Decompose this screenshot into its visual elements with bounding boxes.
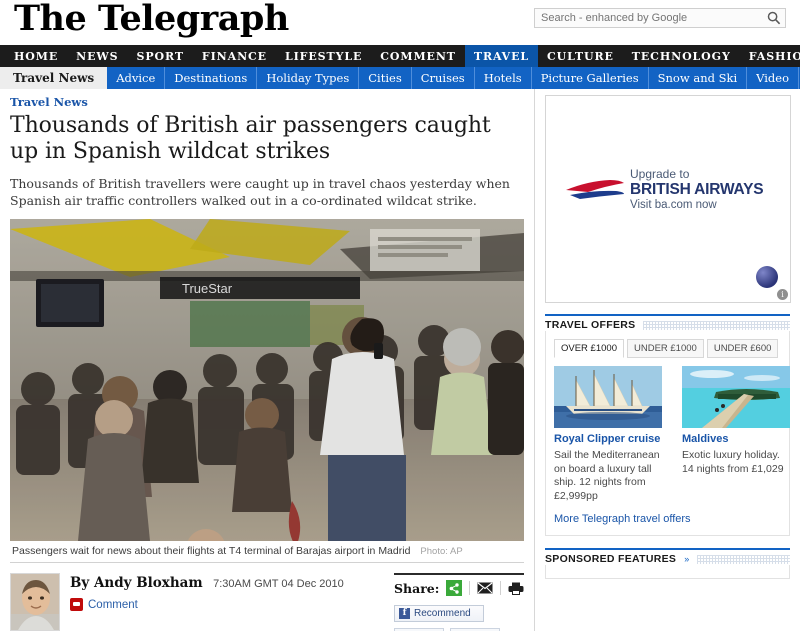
search-icon [767,11,781,25]
share-label: Share: [394,580,440,596]
tab-under-1000[interactable]: UNDER £1000 [626,339,704,358]
article-photo: TrueStar [10,219,524,541]
author-name[interactable]: By Andy Bloxham [70,575,203,591]
nav-item-comment[interactable]: COMMENT [371,45,465,67]
sidebar: Upgrade to BRITISH AIRWAYS Visit ba.com … [534,89,800,631]
envelope-icon[interactable] [477,580,493,596]
byline-share-row: By Andy Bloxham 7:30AM GMT 04 Dec 2010 C… [10,573,524,631]
offer-image-tall-ship [554,366,662,428]
search-input[interactable] [535,12,763,24]
ad-text: Upgrade to BRITISH AIRWAYS Visit ba.com … [630,167,764,212]
avatar [10,573,60,631]
printer-icon[interactable] [508,580,524,596]
share-divider-2 [500,581,502,595]
article-timestamp: 7:30AM GMT 04 Dec 2010 [213,578,344,590]
subnav-item-picture-galleries[interactable]: Picture Galleries [532,67,649,89]
comment-link-row[interactable]: Comment [70,598,344,611]
subnav-item-hotels[interactable]: Hotels [475,67,532,89]
secondary-navigation: Travel News Advice Destinations Holiday … [0,67,800,89]
share-row: Share: [394,580,524,596]
photo-caption: Passengers wait for news about their fli… [10,541,524,563]
byline-text: By Andy Bloxham 7:30AM GMT 04 Dec 2010 C… [70,573,344,631]
subnav-item-advice[interactable]: Advice [107,67,166,89]
offer-title-maldives[interactable]: Maldives [682,433,790,446]
facebook-icon: f [399,608,410,619]
british-airways-speedmarque-icon [566,179,624,199]
sponsored-features-panel: SPONSORED FEATURES » [545,548,790,579]
travel-offers-header: TRAVEL OFFERS [545,314,790,331]
header-dot-pattern [643,320,790,330]
advertisement-british-airways[interactable]: Upgrade to BRITISH AIRWAYS Visit ba.com … [545,95,791,303]
subnav-item-cruises[interactable]: Cruises [412,67,475,89]
tab-over-1000[interactable]: OVER £1000 [554,339,624,358]
subnav-item-travel-news[interactable]: Travel News [0,67,108,89]
sponsored-features-body [545,565,790,579]
ad-content: Upgrade to BRITISH AIRWAYS Visit ba.com … [564,167,764,212]
travel-offers-body: OVER £1000 UNDER £1000 UNDER £600 Royal … [545,331,790,536]
nav-item-travel[interactable]: TRAVEL [464,45,538,67]
search-button[interactable] [763,9,785,27]
facebook-recommend-label: Recommend [414,608,471,619]
article-photo-box: TrueStar Passengers wait for news about … [10,219,524,563]
content-area: Travel News Thousands of British air pas… [0,89,800,631]
share-panel: Share: f Recommend [394,573,524,631]
primary-navigation: HOME NEWS SPORT FINANCE LIFESTYLE COMMEN… [0,45,800,67]
offer-title-royal-clipper[interactable]: Royal Clipper cruise [554,433,662,446]
share-network-icon[interactable] [446,580,463,596]
photo-caption-text: Passengers wait for news about their fli… [12,545,411,557]
nav-item-fashion[interactable]: FASHION [740,45,800,67]
more-travel-offers-link[interactable]: More Telegraph travel offers [554,513,781,525]
site-logo[interactable]: The Telegraph [14,0,289,39]
sponsored-dot-pattern [697,554,790,564]
subnav-item-snow-and-ski[interactable]: Snow and Ski [649,67,748,89]
photo-credit: Photo: AP [420,546,463,557]
main-column: Travel News Thousands of British air pas… [0,89,534,631]
comment-bubble-icon [70,598,83,611]
byline: By Andy Bloxham 7:30AM GMT 04 Dec 2010 C… [10,573,384,631]
page-title: Thousands of British air passengers caug… [10,113,491,164]
nav-item-home[interactable]: HOME [0,45,67,67]
subnav-item-cities[interactable]: Cities [359,67,412,89]
nav-item-news[interactable]: NEWS [67,45,127,67]
offers-list: Royal Clipper cruise Sail the Mediterran… [554,366,790,503]
comment-label[interactable]: Comment [88,599,138,611]
sponsored-features-title: SPONSORED FEATURES [545,553,677,565]
globe-icon [756,266,778,288]
offer-item-maldives[interactable]: Maldives Exotic luxury holiday. 14 night… [682,366,790,503]
search-box[interactable] [534,8,786,28]
article-standfirst: Thousands of British travellers were cau… [10,176,510,208]
ad-line-3: Visit ba.com now [630,199,717,212]
offer-desc-royal-clipper: Sail the Mediterranean on board a luxury… [554,449,660,502]
breadcrumb[interactable]: Travel News [10,95,524,109]
masthead: The Telegraph [0,0,800,45]
nav-item-lifestyle[interactable]: LIFESTYLE [276,45,371,67]
travel-offers-panel: TRAVEL OFFERS OVER £1000 UNDER £1000 UND… [545,314,790,536]
facebook-recommend-button[interactable]: f Recommend [394,605,484,622]
nav-item-culture[interactable]: CULTURE [538,45,623,67]
info-icon[interactable]: i [777,289,788,300]
tab-under-600[interactable]: UNDER £600 [706,339,779,358]
subnav-item-destinations[interactable]: Destinations [165,67,258,89]
nav-item-finance[interactable]: FINANCE [193,45,276,67]
nav-item-sport[interactable]: SPORT [127,45,192,67]
subnav-item-holiday-types[interactable]: Holiday Types [257,67,360,89]
chevron-right-icon[interactable]: » [684,554,689,564]
ad-brand: BRITISH AIRWAYS [630,181,764,199]
ad-line-1: Upgrade to [630,167,690,181]
travel-offers-title: TRAVEL OFFERS [545,319,636,331]
offer-image-maldives [682,366,790,428]
share-divider-1 [469,581,471,595]
nav-item-technology[interactable]: TECHNOLOGY [623,45,740,67]
subnav-item-video[interactable]: Video [747,67,800,89]
offer-item-royal-clipper[interactable]: Royal Clipper cruise Sail the Mediterran… [554,366,662,503]
telegraph-article-page: The Telegraph HOME NEWS SPORT FINANCE LI… [0,0,800,631]
sponsored-features-header: SPONSORED FEATURES » [545,548,790,565]
price-filter-tabs: OVER £1000 UNDER £1000 UNDER £600 [554,339,781,358]
offer-desc-maldives: Exotic luxury holiday. 14 nights from £1… [682,449,784,475]
